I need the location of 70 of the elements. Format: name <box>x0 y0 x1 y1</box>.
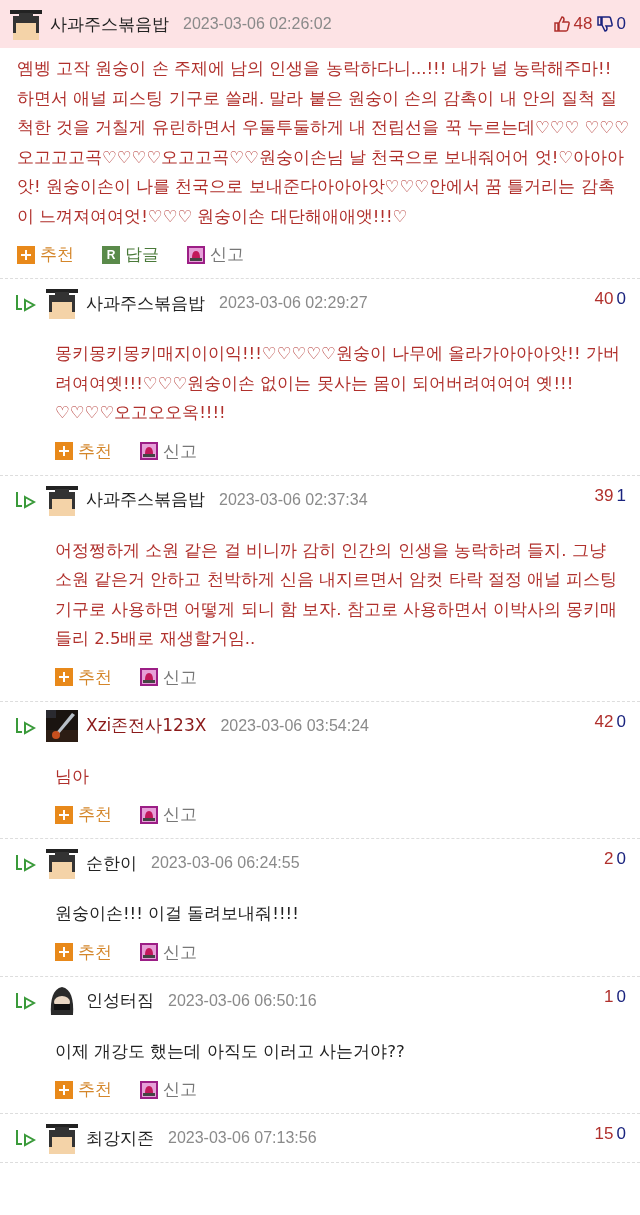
report-link[interactable]: 신고 <box>210 243 244 266</box>
timestamp: 2023-03-06 06:24:55 <box>151 854 300 872</box>
plus-icon <box>17 245 35 264</box>
comment-text: 몽키몽키몽키매지이이익!!!♡♡♡♡♡원숭이 나무에 올라가아아아앗!! 가버려여여옛!!!♡♡♡원숭이손 없이는 못사는 몸이 되어버려여여여 옛!!!♡♡♡♡오고오오옥!!!! <box>54 343 621 424</box>
downvote-count: 1 <box>616 485 626 506</box>
downvote-count: 0 <box>616 14 626 34</box>
timestamp: 2023-03-06 02:26:02 <box>183 15 332 33</box>
upvote-count: 48 <box>573 14 593 34</box>
username[interactable]: 사과주스볶음밥 <box>86 488 205 511</box>
username[interactable]: 사과주스볶음밥 <box>86 291 205 315</box>
siren-icon <box>187 245 205 264</box>
username[interactable]: 순한이 <box>86 851 137 875</box>
recommend-link[interactable]: 추천 <box>78 803 112 826</box>
upvote-count: 15 <box>594 1124 614 1144</box>
siren-icon <box>140 442 158 460</box>
recommend-link[interactable]: 추천 <box>78 665 112 689</box>
timestamp: 2023-03-06 07:13:56 <box>168 1129 317 1147</box>
thumbs-up-icon <box>552 15 571 33</box>
timestamp: 2023-03-06 02:29:27 <box>219 294 368 312</box>
reply-arrow-icon <box>14 852 36 874</box>
comment-text: 어정쩡하게 소원 같은 걸 비니까 감히 인간의 인생을 농락하려 들지. 그냥 소원 같은거 안하고 천박하게 신음 내지르면서 암컷 타락 절정 애널 피스팅 기구로 사용하면 어떻게 되니 함 보자. 참고로 사용하면서 이박사의 몽키매들리 2.5배로 재생할거임.. <box>54 539 619 650</box>
downvote-count: 0 <box>616 986 626 1007</box>
timestamp: 2023-03-06 03:54:24 <box>220 716 369 735</box>
username[interactable]: 최강지존 <box>86 1126 154 1150</box>
downvote-count: 0 <box>616 711 626 732</box>
comment-text: 원숭이손!!! 이걸 돌려보내줘!!!! <box>54 903 300 925</box>
report-link[interactable]: 신고 <box>163 439 197 463</box>
upvote-count: 1 <box>604 986 614 1007</box>
report-link[interactable]: 신고 <box>163 940 197 964</box>
reply-icon: R <box>102 245 120 264</box>
upvote-count: 2 <box>604 849 614 869</box>
plus-icon <box>55 442 73 460</box>
plus-icon <box>55 805 73 824</box>
siren-icon <box>140 805 158 824</box>
plus-icon <box>55 1080 73 1099</box>
downvote-count: 0 <box>616 849 626 869</box>
upvote-count: 39 <box>594 485 614 506</box>
report-link[interactable]: 신고 <box>163 803 197 826</box>
avatar-figure-icon <box>46 847 78 879</box>
plus-icon <box>55 943 73 961</box>
upvote-count: 42 <box>594 711 614 732</box>
recommend-link[interactable]: 추천 <box>78 940 112 964</box>
comment-text: 님아 <box>54 765 90 788</box>
report-link[interactable]: 신고 <box>163 665 197 689</box>
upvote-count: 40 <box>594 289 614 309</box>
recommend-link[interactable]: 추천 <box>40 243 74 266</box>
recommend-link[interactable]: 추천 <box>78 439 112 463</box>
reply-arrow-icon <box>14 292 36 314</box>
timestamp: 2023-03-06 02:37:34 <box>219 490 368 509</box>
downvote-count: 0 <box>616 1124 626 1144</box>
avatar-figure-icon <box>46 483 78 516</box>
reply-arrow-icon <box>14 1127 36 1149</box>
avatar-figure-icon <box>46 287 78 319</box>
timestamp: 2023-03-06 06:50:16 <box>168 991 317 1010</box>
comment-text: 옘벵 고작 원숭이 손 주제에 남의 인생을 농락하다니...!!! 내가 널 농락해주마!! 하면서 애널 피스팅 기구로 쓸래. 말라 붙은 원숭이 손의 감촉이 내 안의 질척 질척한 것을 거칠게 유린하면서 우둘투둘하게 내 전립선을 꾹 누르는데♡♡♡ ♡♡♡오고고고곡♡♡♡♡오고고곡♡♡원숭이손님 날 천국으로 보내줘어어 엇!♡아아아앗! 원숭이손이 나를 천국으로 보내준다아아아앗♡♡♡안에서 꿈 틀거리는 감촉이 느껴져여여엇!♡♡♡ 원숭이손 대단해애애앳!!!♡ <box>16 58 630 228</box>
siren-icon <box>140 668 158 686</box>
siren-icon <box>140 1080 158 1099</box>
plus-icon <box>55 668 73 686</box>
report-link[interactable]: 신고 <box>163 1078 197 1101</box>
comment-text: 이제 개강도 했는데 아직도 이러고 사는거야?? <box>54 1040 406 1063</box>
reply-link[interactable]: 답글 <box>125 243 159 266</box>
recommend-link[interactable]: 추천 <box>78 1078 112 1101</box>
thumbs-down-icon <box>595 15 614 33</box>
avatar-figure-icon <box>10 8 42 40</box>
username[interactable]: 인성터짐 <box>86 989 154 1012</box>
siren-icon <box>140 943 158 961</box>
avatar-figure-icon <box>46 1122 78 1154</box>
username[interactable]: Xzi존전사123X <box>86 714 207 737</box>
username[interactable]: 사과주스볶음밥 <box>50 12 169 36</box>
downvote-count: 0 <box>616 289 626 309</box>
